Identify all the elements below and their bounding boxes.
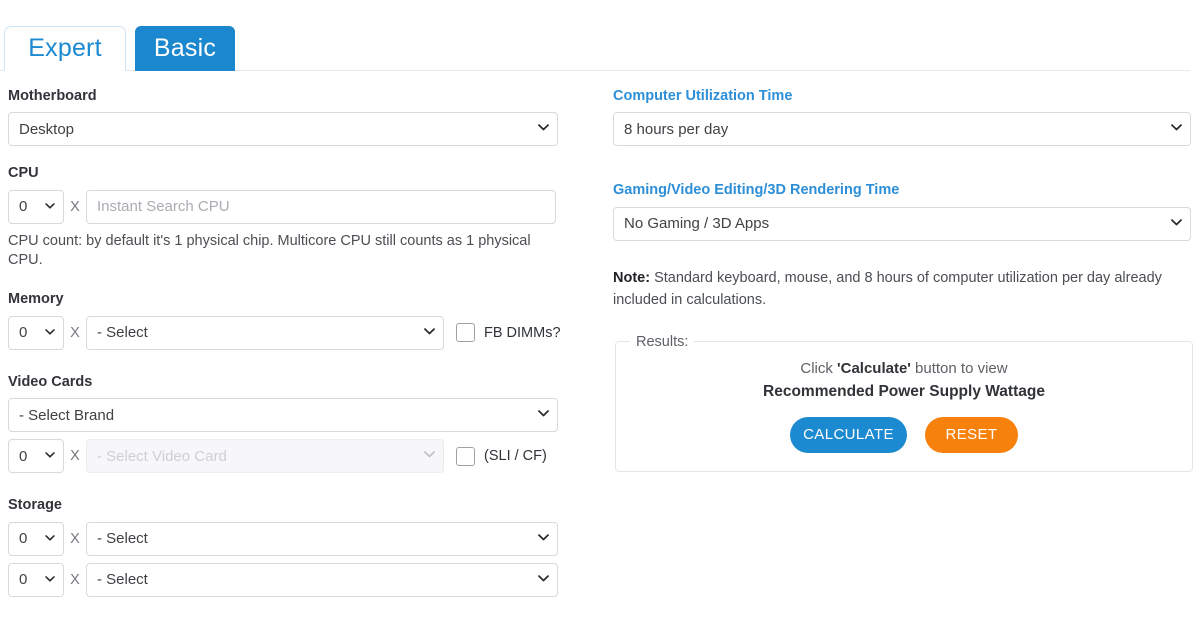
video-card-brand-select-wrap[interactable]: - Select Brand	[8, 398, 558, 433]
tab-expert[interactable]: Expert	[4, 26, 126, 71]
motherboard-select-wrap[interactable]: Desktop	[8, 112, 558, 147]
memory-label: Memory	[8, 291, 64, 308]
cpu-row: 0 X	[8, 189, 568, 224]
storage-multiplier-label-1: X	[70, 530, 80, 547]
tab-bar: Expert Basic	[0, 0, 1200, 71]
storage-qty-select-wrap-2[interactable]: 0	[8, 562, 64, 597]
memory-qty-select-wrap[interactable]: 0	[8, 315, 64, 350]
reset-button[interactable]: RESET	[925, 416, 1018, 453]
storage-qty-select-2[interactable]: 0	[8, 562, 64, 597]
note-prefix: Note:	[613, 269, 651, 286]
utilization-select[interactable]: 8 hours per day	[613, 112, 1191, 147]
motherboard-select[interactable]: Desktop	[8, 112, 558, 147]
video-card-brand-row: - Select Brand	[8, 398, 568, 433]
tab-basic-label: Basic	[153, 34, 217, 62]
utilization-select-wrap[interactable]: 8 hours per day	[613, 112, 1191, 147]
storage-type-select-wrap-2[interactable]: - Select	[86, 562, 558, 597]
storage-qty-select-wrap-1[interactable]: 0	[8, 521, 64, 556]
cpu-qty-select-wrap[interactable]: 0	[8, 189, 64, 224]
gaming-select-wrap[interactable]: No Gaming / 3D Apps	[613, 206, 1191, 241]
gaming-label: Gaming/Video Editing/3D Rendering Time	[613, 182, 900, 199]
storage-type-select-wrap-1[interactable]: - Select	[86, 521, 558, 556]
video-card-model-select[interactable]: - Select Video Card	[86, 439, 444, 474]
storage-row: 0 X - Select	[8, 562, 568, 597]
results-button-row: CALCULATE RESET	[626, 416, 1182, 453]
video-card-qty-select[interactable]: 0	[8, 439, 64, 474]
storage-row: 0 X - Select	[8, 521, 568, 556]
video-card-brand-select[interactable]: - Select Brand	[8, 398, 558, 433]
results-panel: Results: Click 'Calculate' button to vie…	[615, 333, 1193, 472]
calculate-button[interactable]: CALCULATE	[790, 416, 907, 453]
cpu-multiplier-label: X	[70, 198, 80, 215]
utilization-label: Computer Utilization Time	[613, 88, 793, 104]
fb-dimms-checkbox-wrap[interactable]: FB DIMMs?	[456, 323, 561, 343]
tab-expert-label: Expert	[28, 34, 102, 62]
note-body: Standard keyboard, mouse, and 8 hours of…	[613, 269, 1162, 309]
cpu-hint: CPU count: by default it's 1 physical ch…	[8, 232, 531, 268]
sli-cf-label: (SLI / CF)	[484, 448, 547, 465]
results-instruction: Click 'Calculate' button to view	[626, 360, 1182, 377]
fb-dimms-label: FB DIMMs?	[484, 324, 561, 341]
storage-multiplier-label-2: X	[70, 571, 80, 588]
video-card-qty-select-wrap[interactable]: 0	[8, 439, 64, 474]
cpu-qty-select[interactable]: 0	[8, 189, 64, 224]
utilization-group: Computer Utilization Time 8 hours per da…	[613, 88, 1193, 147]
fb-dimms-checkbox[interactable]	[456, 323, 475, 343]
motherboard-group: Motherboard Desktop	[8, 88, 568, 147]
storage-type-select-2[interactable]: - Select	[86, 562, 558, 597]
cpu-label: CPU	[8, 165, 39, 182]
tab-basic[interactable]: Basic	[135, 26, 235, 71]
memory-multiplier-label: X	[70, 324, 80, 341]
storage-qty-select-1[interactable]: 0	[8, 521, 64, 556]
video-cards-label: Video Cards	[8, 373, 93, 390]
sli-cf-checkbox-wrap[interactable]: (SLI / CF)	[456, 446, 547, 466]
video-card-multiplier-label: X	[70, 448, 80, 465]
results-legend: Results:	[636, 333, 689, 350]
gaming-select[interactable]: No Gaming / 3D Apps	[613, 206, 1191, 241]
storage-label: Storage	[8, 497, 62, 514]
cpu-group: CPU 0 X CPU count: by default it's 1 phy…	[8, 165, 568, 269]
video-card-model-select-wrap[interactable]: - Select Video Card	[86, 439, 444, 474]
results-instruction-pre: Click	[800, 359, 838, 377]
results-headline: Recommended Power Supply Wattage	[763, 382, 1045, 400]
memory-qty-select[interactable]: 0	[8, 315, 64, 350]
results-instruction-post: button to view	[910, 359, 1008, 377]
sli-cf-checkbox[interactable]	[456, 446, 475, 466]
results-instruction-strong: 'Calculate'	[837, 359, 911, 377]
storage-group: Storage 0 X - Select 0 X - Select	[8, 497, 568, 597]
memory-type-select[interactable]: - Select	[86, 315, 444, 350]
storage-type-select-1[interactable]: - Select	[86, 521, 558, 556]
video-card-model-row: 0 X - Select Video Card (SLI / CF)	[8, 439, 568, 474]
memory-group: Memory 0 X - Select FB DIMMs?	[8, 291, 568, 350]
video-cards-group: Video Cards - Select Brand 0 X - Select …	[8, 373, 568, 474]
motherboard-label: Motherboard	[8, 88, 97, 104]
memory-type-select-wrap[interactable]: - Select	[86, 315, 444, 350]
left-column: Motherboard Desktop CPU 0 X CPU c	[8, 88, 568, 616]
cpu-search-input[interactable]	[86, 189, 556, 224]
gaming-group: Gaming/Video Editing/3D Rendering Time N…	[613, 182, 1193, 241]
right-column: Computer Utilization Time 8 hours per da…	[613, 88, 1193, 472]
note-text: Note: Standard keyboard, mouse, and 8 ho…	[613, 267, 1173, 312]
memory-row: 0 X - Select FB DIMMs?	[8, 315, 568, 350]
